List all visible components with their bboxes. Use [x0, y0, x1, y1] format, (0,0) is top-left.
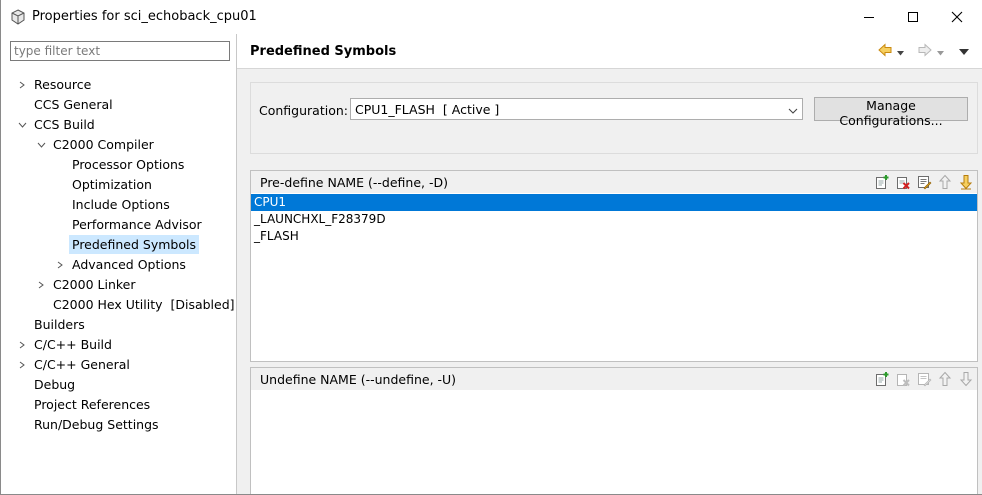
tree-item-optimization[interactable]: Optimization	[72, 175, 152, 195]
configuration-group: Configuration: CPU1_FLASH [ Active ] Man…	[250, 82, 978, 154]
title-bar: Properties for sci_echoback_cpu01	[1, 0, 982, 34]
list-item[interactable]: CPU1	[251, 194, 977, 211]
tree-item-resource[interactable]: Resource	[34, 75, 91, 95]
tree-item-ccs-general[interactable]: CCS General	[34, 95, 113, 115]
view-menu-icon	[959, 44, 969, 59]
filter-input[interactable]	[10, 41, 230, 61]
undefine-panel-header: Undefine NAME (--undefine, -U)	[251, 368, 977, 390]
properties-window: Properties for sci_echoback_cpu01 Resour…	[0, 0, 982, 495]
tree-item-run-debug-settings[interactable]: Run/Debug Settings	[34, 415, 159, 435]
define-list[interactable]: CPU1 _LAUNCHXL_F28379D _FLASH	[251, 194, 977, 245]
page-title: Predefined Symbols	[250, 44, 397, 59]
tree-item-processor-options[interactable]: Processor Options	[72, 155, 184, 175]
chevron-right-icon[interactable]	[16, 335, 28, 355]
list-item[interactable]: _LAUNCHXL_F28379D	[251, 211, 977, 228]
manage-configurations-button[interactable]: Manage Configurations...	[814, 97, 968, 128]
tree-item-advanced-options[interactable]: Advanced Options	[72, 255, 186, 275]
tree-item-performance-advisor[interactable]: Performance Advisor	[72, 215, 202, 235]
define-toolbar	[874, 174, 974, 190]
minimize-button[interactable]	[846, 0, 892, 34]
delete-icon[interactable]	[895, 174, 911, 190]
close-button[interactable]	[934, 0, 980, 34]
configuration-value: CPU1_FLASH [ Active ]	[355, 102, 500, 117]
move-down-icon[interactable]	[958, 174, 974, 190]
add-icon[interactable]	[874, 371, 890, 387]
tree-item-label: Predefined Symbols	[69, 235, 199, 254]
undefine-panel: Undefine NAME (--undefine, -U)	[250, 367, 978, 494]
chevron-right-icon[interactable]	[16, 355, 28, 375]
define-panel-title: Pre-define NAME (--define, -D)	[260, 175, 448, 190]
chevron-down-icon[interactable]	[16, 115, 28, 135]
tree-item-builders[interactable]: Builders	[34, 315, 85, 335]
chevron-down-icon	[937, 44, 944, 59]
forward-button[interactable]	[917, 42, 944, 61]
properties-icon	[10, 9, 26, 25]
page-header: Predefined Symbols	[237, 34, 982, 69]
chevron-right-icon[interactable]	[35, 275, 47, 295]
tree-item-predefined-symbols[interactable]: Predefined Symbols	[69, 235, 199, 255]
chevron-down-icon	[788, 104, 798, 119]
back-arrow-icon	[877, 42, 893, 61]
chevron-right-icon[interactable]	[54, 255, 66, 275]
edit-icon[interactable]	[916, 371, 932, 387]
define-panel-header: Pre-define NAME (--define, -D)	[251, 171, 977, 193]
back-button[interactable]	[877, 42, 904, 61]
chevron-down-icon	[897, 44, 904, 59]
view-menu-button[interactable]	[959, 43, 969, 59]
tree-item-c2000-compiler[interactable]: C2000 Compiler	[53, 135, 154, 155]
tree-item-project-references[interactable]: Project References	[34, 395, 150, 415]
add-icon[interactable]	[874, 174, 890, 190]
configuration-label: Configuration:	[259, 103, 348, 118]
delete-icon[interactable]	[895, 371, 911, 387]
category-tree-pane: Resource CCS General CCS Build C2000 Com…	[1, 34, 236, 494]
maximize-button[interactable]	[890, 0, 936, 34]
list-item[interactable]: _FLASH	[251, 228, 977, 245]
edit-icon[interactable]	[916, 174, 932, 190]
move-up-icon[interactable]	[937, 371, 953, 387]
configuration-select[interactable]: CPU1_FLASH [ Active ]	[350, 98, 803, 120]
tree-item-include-options[interactable]: Include Options	[72, 195, 170, 215]
tree-item-cpp-build[interactable]: C/C++ Build	[34, 335, 112, 355]
chevron-down-icon[interactable]	[35, 135, 47, 155]
define-panel: Pre-define NAME (--define, -D) CPU1 _LAU…	[250, 170, 978, 362]
undefine-panel-title: Undefine NAME (--undefine, -U)	[260, 372, 457, 387]
tree-item-cpp-general[interactable]: C/C++ General	[34, 355, 130, 375]
tree-item-c2000-linker[interactable]: C2000 Linker	[53, 275, 136, 295]
forward-arrow-icon	[917, 42, 933, 61]
window-title: Properties for sci_echoback_cpu01	[32, 9, 257, 24]
properties-page: Predefined Symbols Configuration: CPU1_F…	[237, 34, 982, 494]
move-up-icon[interactable]	[937, 174, 953, 190]
undefine-toolbar	[874, 371, 974, 387]
tree-item-ccs-build[interactable]: CCS Build	[34, 115, 95, 135]
tree-item-c2000-hex-utility[interactable]: C2000 Hex Utility [Disabled]	[53, 295, 235, 315]
chevron-right-icon[interactable]	[16, 75, 28, 95]
tree-item-debug[interactable]: Debug	[34, 375, 75, 395]
move-down-icon[interactable]	[958, 371, 974, 387]
